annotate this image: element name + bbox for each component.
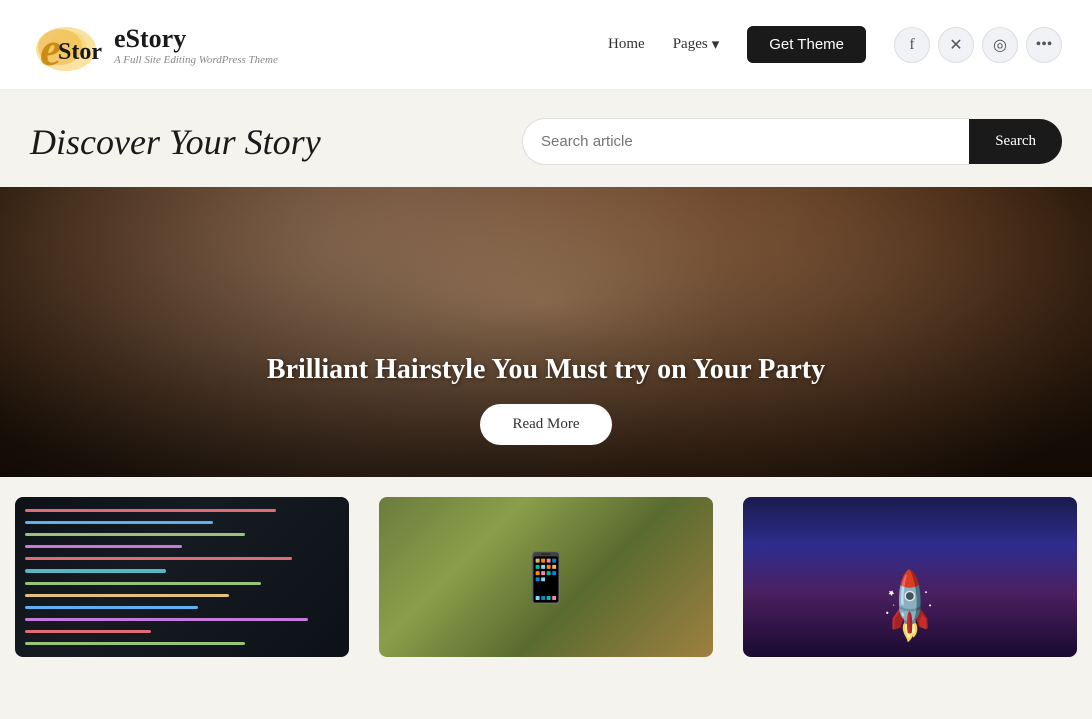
header: e Story eStory A Full Site Editing WordP… xyxy=(0,0,1092,90)
twitter-icon[interactable]: ✕ xyxy=(938,27,974,63)
logo-icon: e Story xyxy=(30,9,102,81)
logo-text-block: eStory A Full Site Editing WordPress The… xyxy=(114,24,278,66)
nav-pages[interactable]: Pages ▾ xyxy=(673,35,720,54)
code-line xyxy=(25,594,229,597)
card-3 xyxy=(728,497,1092,657)
instagram-icon[interactable]: ◎ xyxy=(982,27,1018,63)
social-icons: f ✕ ◎ ••• xyxy=(894,27,1062,63)
read-more-button[interactable]: Read More xyxy=(480,404,611,445)
hero-search-section: Discover Your Story Search xyxy=(0,90,1092,187)
cards-section: 📱 xyxy=(0,477,1092,657)
banner-overlay: Brilliant Hairstyle You Must try on Your… xyxy=(0,187,1092,477)
code-line xyxy=(25,521,213,524)
get-theme-button[interactable]: Get Theme xyxy=(747,26,866,63)
code-line xyxy=(25,533,245,536)
more-social-icon[interactable]: ••• xyxy=(1026,27,1062,63)
featured-banner: Brilliant Hairstyle You Must try on Your… xyxy=(0,187,1092,477)
search-button[interactable]: Search xyxy=(969,119,1062,164)
phone-image: 📱 xyxy=(379,497,713,657)
logo-area: e Story eStory A Full Site Editing WordP… xyxy=(30,9,278,81)
code-line xyxy=(25,509,276,512)
code-line xyxy=(25,569,166,572)
card-1 xyxy=(0,497,364,657)
code-line xyxy=(25,618,308,621)
nav-home[interactable]: Home xyxy=(608,36,645,53)
logo-title: eStory xyxy=(114,24,278,54)
banner-title: Brilliant Hairstyle You Must try on Your… xyxy=(267,354,825,386)
card-2-image: 📱 xyxy=(379,497,713,657)
card-1-image xyxy=(15,497,349,657)
code-line xyxy=(25,630,151,633)
search-input[interactable] xyxy=(522,118,969,165)
main-nav: Home Pages ▾ Get Theme f ✕ ◎ ••• xyxy=(608,26,1062,63)
search-area: Search xyxy=(522,118,1062,165)
code-line xyxy=(25,557,292,560)
code-line xyxy=(25,606,198,609)
code-line xyxy=(25,545,182,548)
discover-title: Discover Your Story xyxy=(30,121,321,163)
svg-text:Story: Story xyxy=(58,39,102,65)
code-image xyxy=(15,497,349,657)
rocket-image xyxy=(743,497,1077,657)
facebook-icon[interactable]: f xyxy=(894,27,930,63)
chevron-down-icon: ▾ xyxy=(712,35,720,54)
code-line xyxy=(25,582,261,585)
code-line xyxy=(25,642,245,645)
card-3-image xyxy=(743,497,1077,657)
card-2: 📱 xyxy=(364,497,728,657)
logo-subtitle: A Full Site Editing WordPress Theme xyxy=(114,54,278,66)
banner-background: Brilliant Hairstyle You Must try on Your… xyxy=(0,187,1092,477)
